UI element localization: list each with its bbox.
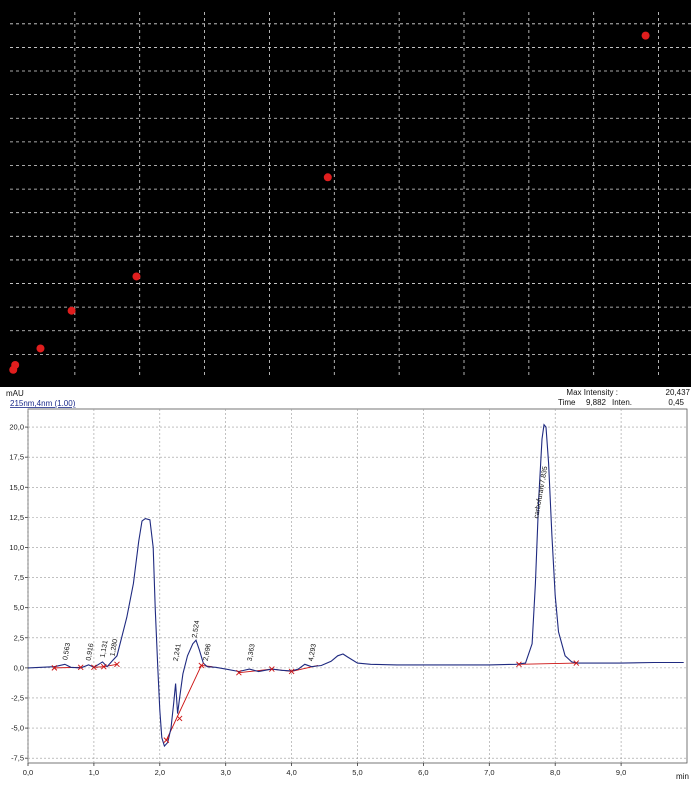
inten-label: Inten. [612, 398, 632, 407]
scatter-point [36, 344, 45, 353]
chromatogram-x-tick-label: 7,0 [484, 768, 494, 777]
chromatogram-x-tick-label: 5,0 [352, 768, 362, 777]
y-axis-unit-label: mAU [6, 389, 24, 398]
time-value: 9,882 [586, 398, 607, 407]
chromatogram-y-tick-label: 17,5 [9, 453, 24, 462]
chromatogram-y-tick-label: 7,5 [14, 573, 24, 582]
chromatogram-x-tick-label: 1,0 [89, 768, 99, 777]
scatter-point [67, 306, 76, 315]
chromatogram-y-tick-label: 2,5 [14, 633, 24, 642]
chromatogram-y-tick-label: 10,0 [9, 543, 24, 552]
chromatogram-y-tick-label: -7,5 [11, 754, 24, 763]
time-label: Time [558, 398, 576, 407]
chromatogram-x-tick-label: 4,0 [286, 768, 296, 777]
chromatogram-x-tick-label: 6,0 [418, 768, 428, 777]
scatter-point [11, 361, 20, 370]
scatter-background [0, 0, 691, 387]
chromatogram-y-tick-label: 0,0 [14, 663, 24, 672]
max-intensity-label: Max Intensity : [566, 388, 618, 397]
chromatogram-background [0, 387, 691, 787]
scatter-point [132, 272, 141, 281]
chromatogram-x-tick-label: 2,0 [155, 768, 165, 777]
inten-value: 0,45 [668, 398, 684, 407]
max-intensity-value: 20,437 [666, 388, 691, 397]
chromatogram-y-tick-label: 20,0 [9, 423, 24, 432]
channel-label: 215nm,4nm (1.00) [10, 399, 76, 408]
chromatogram-x-tick-label: 0,0 [23, 768, 33, 777]
chromatogram-y-tick-label: -5,0 [11, 724, 24, 733]
chromatogram-x-tick-label: 8,0 [550, 768, 560, 777]
chromatogram-chart: mAU 215nm,4nm (1.00) Max Intensity : 20,… [0, 387, 691, 787]
x-axis-unit-label: min [676, 772, 689, 781]
calibration-scatter-chart [0, 0, 691, 387]
chromatogram-y-tick-label: 5,0 [14, 603, 24, 612]
page: mAU 215nm,4nm (1.00) Max Intensity : 20,… [0, 0, 691, 787]
scatter-point [641, 31, 650, 40]
chromatogram-y-tick-label: 12,5 [9, 513, 24, 522]
chromatogram-y-tick-label: -2,5 [11, 693, 24, 702]
chromatogram-y-tick-label: 15,0 [9, 483, 24, 492]
chromatogram-x-tick-label: 9,0 [616, 768, 626, 777]
scatter-point [323, 173, 332, 182]
chromatogram-x-tick-label: 3,0 [220, 768, 230, 777]
